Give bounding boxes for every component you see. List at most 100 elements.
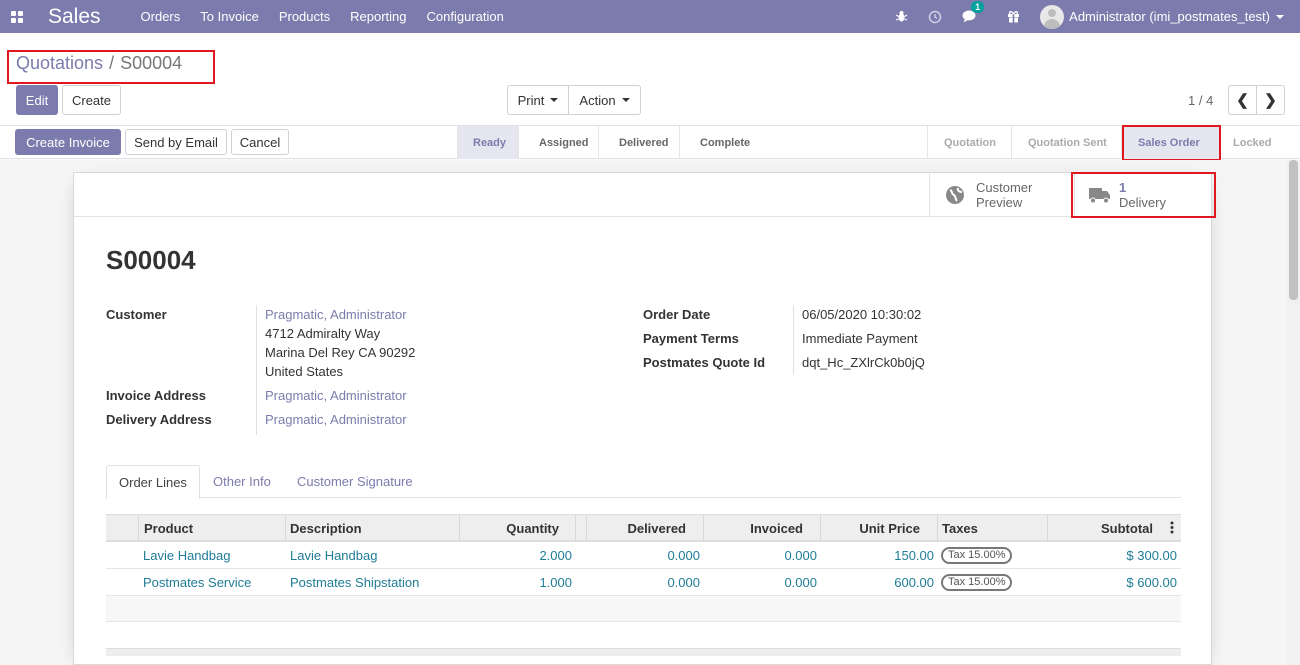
- payment-terms-label: Payment Terms: [643, 331, 739, 346]
- tab-other-info[interactable]: Other Info: [213, 465, 271, 498]
- cell-taxes[interactable]: Tax 15.00%: [941, 569, 1013, 596]
- app-name[interactable]: Sales: [48, 5, 101, 29]
- cell-product[interactable]: Postmates Service: [143, 569, 251, 596]
- print-dropdown[interactable]: Print: [507, 85, 569, 115]
- control-panel: Quotations / S00004 Edit Create Print Acti…: [0, 33, 1300, 126]
- user-name: Administrator (imi_postmates_test): [1069, 9, 1270, 24]
- menu-reporting[interactable]: Reporting: [350, 9, 406, 24]
- customer-link[interactable]: Pragmatic, Administrator: [265, 307, 407, 322]
- page-scrollbar[interactable]: [1287, 160, 1300, 665]
- apps-menu-icon[interactable]: [0, 0, 33, 33]
- menu-orders[interactable]: Orders: [141, 9, 181, 24]
- payment-terms-value: Immediate Payment: [802, 331, 918, 346]
- state-quotation-sent: Quotation Sent: [1011, 126, 1121, 159]
- messages-badge: 1: [971, 1, 985, 13]
- table-row[interactable]: Postmates Service Postmates Shipstation …: [106, 569, 1181, 596]
- create-button[interactable]: Create: [62, 85, 121, 115]
- table-row[interactable]: Lavie Handbag Lavie Handbag 2.000 0.000 …: [106, 542, 1181, 569]
- header-delivered[interactable]: Delivered: [586, 515, 703, 541]
- tab-customer-signature[interactable]: Customer Signature: [297, 465, 413, 498]
- send-by-email-button[interactable]: Send by Email: [125, 129, 227, 155]
- header-invoiced[interactable]: Invoiced: [703, 515, 820, 541]
- customer-address-line1: 4712 Admiralty Way: [265, 326, 381, 341]
- highlight-box-delivery: [1071, 172, 1216, 218]
- chevron-down-icon: [1276, 14, 1284, 19]
- header-spacer: [575, 515, 586, 541]
- caret-down-icon: [550, 98, 559, 102]
- cell-subtotal[interactable]: $ 300.00: [1047, 542, 1177, 569]
- table-header: Product Description Quantity Delivered I…: [106, 514, 1181, 542]
- cell-invoiced[interactable]: 0.000: [703, 542, 817, 569]
- cancel-button[interactable]: Cancel: [231, 129, 289, 155]
- chevron-right-icon: ❯: [1264, 92, 1277, 109]
- cell-description[interactable]: Lavie Handbag: [290, 542, 377, 569]
- cell-quantity[interactable]: 1.000: [459, 569, 572, 596]
- invoice-address-link[interactable]: Pragmatic, Administrator: [265, 388, 407, 403]
- cell-description[interactable]: Postmates Shipstation: [290, 569, 419, 596]
- order-states: Quotation Quotation Sent Sales Order Loc…: [927, 126, 1289, 159]
- tab-order-lines[interactable]: Order Lines: [106, 465, 200, 499]
- menu-configuration[interactable]: Configuration: [427, 9, 504, 24]
- delivery-address-link[interactable]: Pragmatic, Administrator: [265, 412, 407, 427]
- bug-icon[interactable]: [895, 10, 908, 23]
- cell-invoiced[interactable]: 0.000: [703, 569, 817, 596]
- action-label: Action: [579, 92, 616, 108]
- caret-down-icon: [621, 98, 630, 102]
- menu-to-invoice[interactable]: To Invoice: [200, 9, 259, 24]
- stage-assigned[interactable]: Assigned: [518, 126, 598, 159]
- user-menu[interactable]: Administrator (imi_postmates_test): [1040, 4, 1284, 29]
- globe-icon: [946, 186, 964, 204]
- cell-product[interactable]: Lavie Handbag: [143, 542, 230, 569]
- field-divider: [793, 305, 794, 375]
- scrollbar-thumb[interactable]: [1289, 160, 1298, 300]
- tax-tag: Tax 15.00%: [941, 547, 1013, 564]
- cell-delivered[interactable]: 0.000: [586, 569, 700, 596]
- create-button-label: Create: [71, 92, 112, 108]
- empty-row: [106, 596, 1181, 622]
- cell-quantity[interactable]: 2.000: [459, 542, 572, 569]
- header-quantity[interactable]: Quantity: [459, 515, 575, 541]
- order-date-value: 06/05/2020 10:30:02: [802, 307, 922, 322]
- table-footer: [106, 648, 1181, 656]
- column-options-icon[interactable]: [1170, 521, 1176, 535]
- stage-complete[interactable]: Complete: [679, 126, 759, 159]
- header-product[interactable]: Product: [138, 515, 285, 541]
- pager-value[interactable]: 1 / 4: [1188, 93, 1213, 108]
- menu-products[interactable]: Products: [279, 9, 330, 24]
- notebook-tabs: Order Lines Other Info Customer Signatur…: [106, 465, 1181, 499]
- customer-preview-line1: Customer: [976, 180, 1033, 195]
- invoice-address-label: Invoice Address: [106, 388, 206, 403]
- order-title: S00004: [106, 245, 196, 275]
- messages-icon[interactable]: 1: [962, 1, 985, 23]
- header-taxes[interactable]: Taxes: [937, 515, 1047, 541]
- gift-icon[interactable]: [1007, 10, 1020, 23]
- header-subtotal[interactable]: Subtotal: [1047, 515, 1181, 541]
- cell-subtotal[interactable]: $ 600.00: [1047, 569, 1177, 596]
- chevron-left-icon: ❮: [1236, 92, 1249, 109]
- state-quotation: Quotation: [927, 126, 1011, 159]
- create-invoice-button[interactable]: Create Invoice: [15, 129, 121, 155]
- header-handle: [106, 515, 138, 541]
- cell-delivered[interactable]: 0.000: [586, 542, 700, 569]
- stage-ready[interactable]: Ready: [457, 126, 518, 159]
- clock-icon[interactable]: [928, 10, 942, 24]
- statusbar: Create Invoice Send by Email Cancel Read…: [0, 125, 1300, 161]
- top-navbar: Sales Orders To Invoice Products Reporti…: [0, 0, 1300, 33]
- edit-button[interactable]: Edit: [16, 85, 58, 115]
- header-unit-price[interactable]: Unit Price: [820, 515, 937, 541]
- pager-next-button[interactable]: ❯: [1256, 85, 1285, 115]
- highlight-box-sales-order: [1122, 125, 1221, 161]
- cell-unit-price[interactable]: 150.00: [820, 542, 934, 569]
- action-dropdown[interactable]: Action: [568, 85, 641, 115]
- pager-previous-button[interactable]: ❮: [1228, 85, 1257, 115]
- customer-address-line2: Marina Del Rey CA 90292: [265, 345, 416, 360]
- tax-tag: Tax 15.00%: [941, 574, 1013, 591]
- cell-unit-price[interactable]: 600.00: [820, 569, 934, 596]
- customer-preview-button[interactable]: Customer Preview: [929, 173, 1074, 217]
- empty-row: [106, 622, 1181, 648]
- stage-delivered[interactable]: Delivered: [598, 126, 679, 159]
- state-locked: Locked: [1219, 126, 1289, 159]
- cell-taxes[interactable]: Tax 15.00%: [941, 542, 1013, 569]
- header-description[interactable]: Description: [285, 515, 459, 541]
- order-date-label: Order Date: [643, 307, 711, 322]
